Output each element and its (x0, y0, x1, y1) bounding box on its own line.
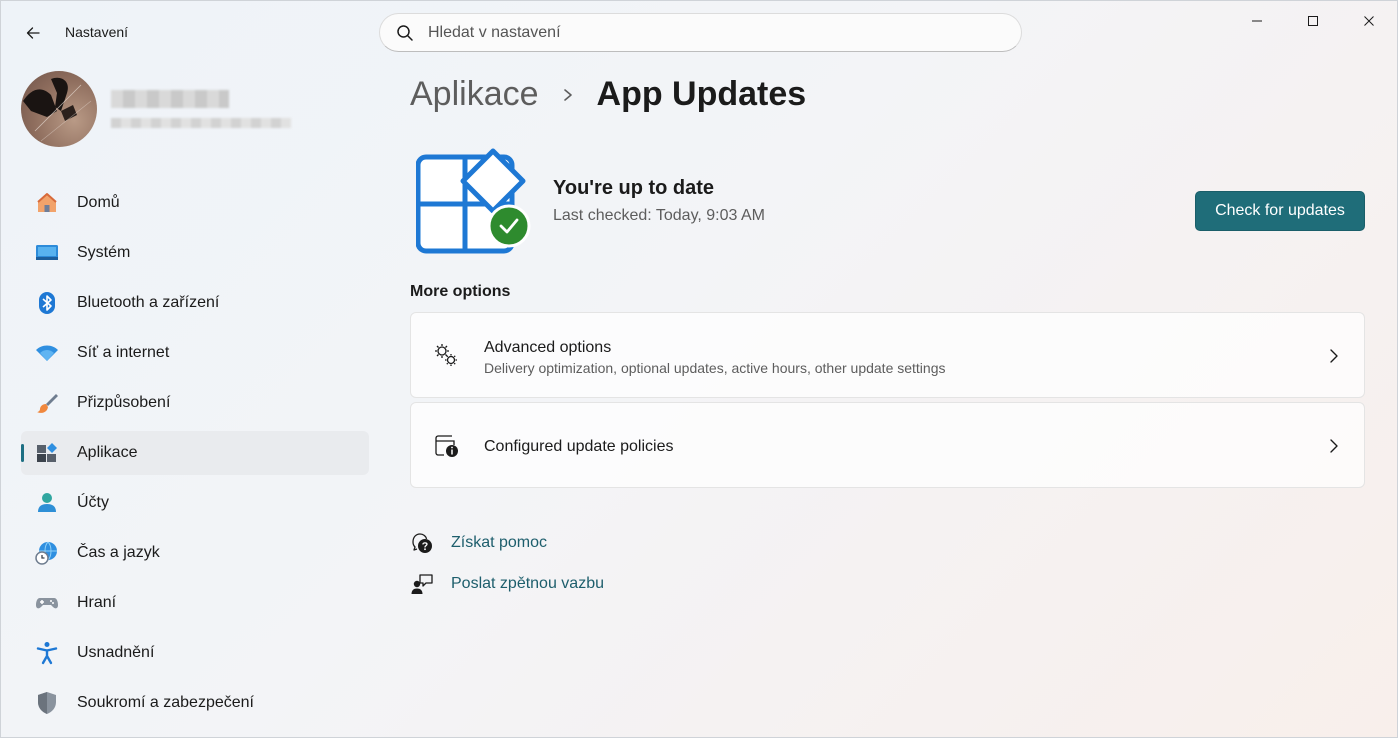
sidebar-item-time-language[interactable]: Čas a jazyk (21, 531, 369, 575)
sidebar-item-label: Síť a internet (77, 344, 170, 361)
blurred-user-name (111, 90, 229, 108)
sidebar-item-label: Čas a jazyk (77, 544, 160, 561)
close-icon (1364, 16, 1374, 26)
brush-icon (35, 391, 59, 415)
policy-info-icon (433, 432, 461, 460)
sidebar-item-gaming[interactable]: Hraní (21, 581, 369, 625)
user-profile[interactable] (21, 71, 291, 147)
gamepad-icon (35, 591, 59, 615)
more-options-heading: More options (410, 283, 511, 300)
configured-update-policies-title: Configured update policies (484, 438, 674, 455)
advanced-options-title: Advanced options (484, 339, 612, 356)
sidebar-item-label: Systém (77, 244, 131, 261)
status-title: You're up to date (553, 177, 715, 199)
chevron-right-icon (1326, 438, 1342, 454)
sidebar-item-label: Bluetooth a zařízení (77, 294, 220, 311)
sidebar-item-label: Domů (77, 194, 120, 211)
maximize-icon (1308, 16, 1318, 26)
shield-icon (35, 691, 59, 715)
search-box[interactable] (379, 13, 1022, 52)
apps-icon (35, 441, 59, 465)
sidebar-nav: Domů Systém Bluetooth a zařízení Síť a i… (21, 181, 369, 731)
sidebar-item-label: Hraní (77, 594, 117, 611)
advanced-options-card[interactable]: Advanced options Delivery optimization, … (410, 312, 1365, 398)
chevron-right-icon (1326, 348, 1342, 364)
back-arrow-icon (26, 27, 40, 39)
sidebar-item-label: Přizpůsobení (77, 394, 171, 411)
sidebar-item-personalization[interactable]: Přizpůsobení (21, 381, 369, 425)
window-controls (1229, 1, 1397, 41)
sidebar-item-system[interactable]: Systém (21, 231, 369, 275)
send-feedback-link[interactable]: Poslat zpětnou vazbu (410, 572, 604, 596)
minimize-icon (1252, 20, 1262, 22)
sidebar-item-label: Soukromí a zabezpečení (77, 694, 254, 711)
avatar (21, 71, 97, 147)
get-help-link[interactable]: Získat pomoc (410, 531, 547, 555)
sidebar-item-label: Aplikace (77, 444, 138, 461)
search-input[interactable] (428, 23, 988, 42)
update-status: You're up to date Last checked: Today, 9… (410, 147, 1365, 257)
app-title: Nastavení (65, 24, 129, 40)
wifi-icon (35, 341, 59, 365)
minimize-button[interactable] (1229, 1, 1285, 41)
home-icon (35, 191, 59, 215)
breadcrumb-parent-link[interactable]: Aplikace (410, 75, 539, 114)
maximize-button[interactable] (1285, 1, 1341, 41)
title-bar: Nastavení (1, 1, 1397, 63)
send-feedback-label: Poslat zpětnou vazbu (451, 575, 604, 592)
sidebar-item-label: Usnadnění (77, 644, 155, 661)
close-button[interactable] (1341, 1, 1397, 41)
person-icon (35, 491, 59, 515)
sidebar-item-bluetooth[interactable]: Bluetooth a zařízení (21, 281, 369, 325)
chevron-right-icon (561, 88, 575, 102)
check-for-updates-button[interactable]: Check for updates (1195, 191, 1365, 231)
sidebar-item-privacy-security[interactable]: Soukromí a zabezpečení (21, 681, 369, 725)
sidebar-item-home[interactable]: Domů (21, 181, 369, 225)
sidebar-item-accessibility[interactable]: Usnadnění (21, 631, 369, 675)
sidebar-item-network[interactable]: Síť a internet (21, 331, 369, 375)
configured-update-policies-text: Configured update policies (484, 438, 673, 456)
blurred-user-email (111, 118, 291, 128)
app-update-status-icon (415, 147, 536, 257)
sidebar-item-label: Účty (77, 494, 109, 511)
bluetooth-icon (35, 291, 59, 315)
help-icon (410, 531, 434, 555)
feedback-icon (410, 572, 434, 596)
last-checked-text: Last checked: Today, 9:03 AM (553, 207, 765, 224)
search-icon (397, 24, 413, 41)
globe-clock-icon (35, 541, 59, 565)
sidebar-item-accounts[interactable]: Účty (21, 481, 369, 525)
accessibility-icon (35, 641, 59, 665)
page-title: App Updates (596, 75, 807, 113)
back-button[interactable] (15, 19, 51, 47)
profile-text (111, 90, 291, 128)
monitor-icon (35, 241, 59, 265)
get-help-label: Získat pomoc (451, 534, 548, 551)
gears-icon (433, 342, 461, 370)
configured-update-policies-card[interactable]: Configured update policies (410, 402, 1365, 488)
breadcrumb: Aplikace App Updates (410, 75, 806, 114)
settings-window: Nastavení Hledat v nastavení Domů Systém… (0, 0, 1398, 738)
advanced-options-text: Advanced options Delivery optimization, … (484, 339, 946, 376)
sidebar-item-apps[interactable]: Aplikace (21, 431, 369, 475)
advanced-options-description: Delivery optimization, optional updates,… (484, 360, 946, 376)
